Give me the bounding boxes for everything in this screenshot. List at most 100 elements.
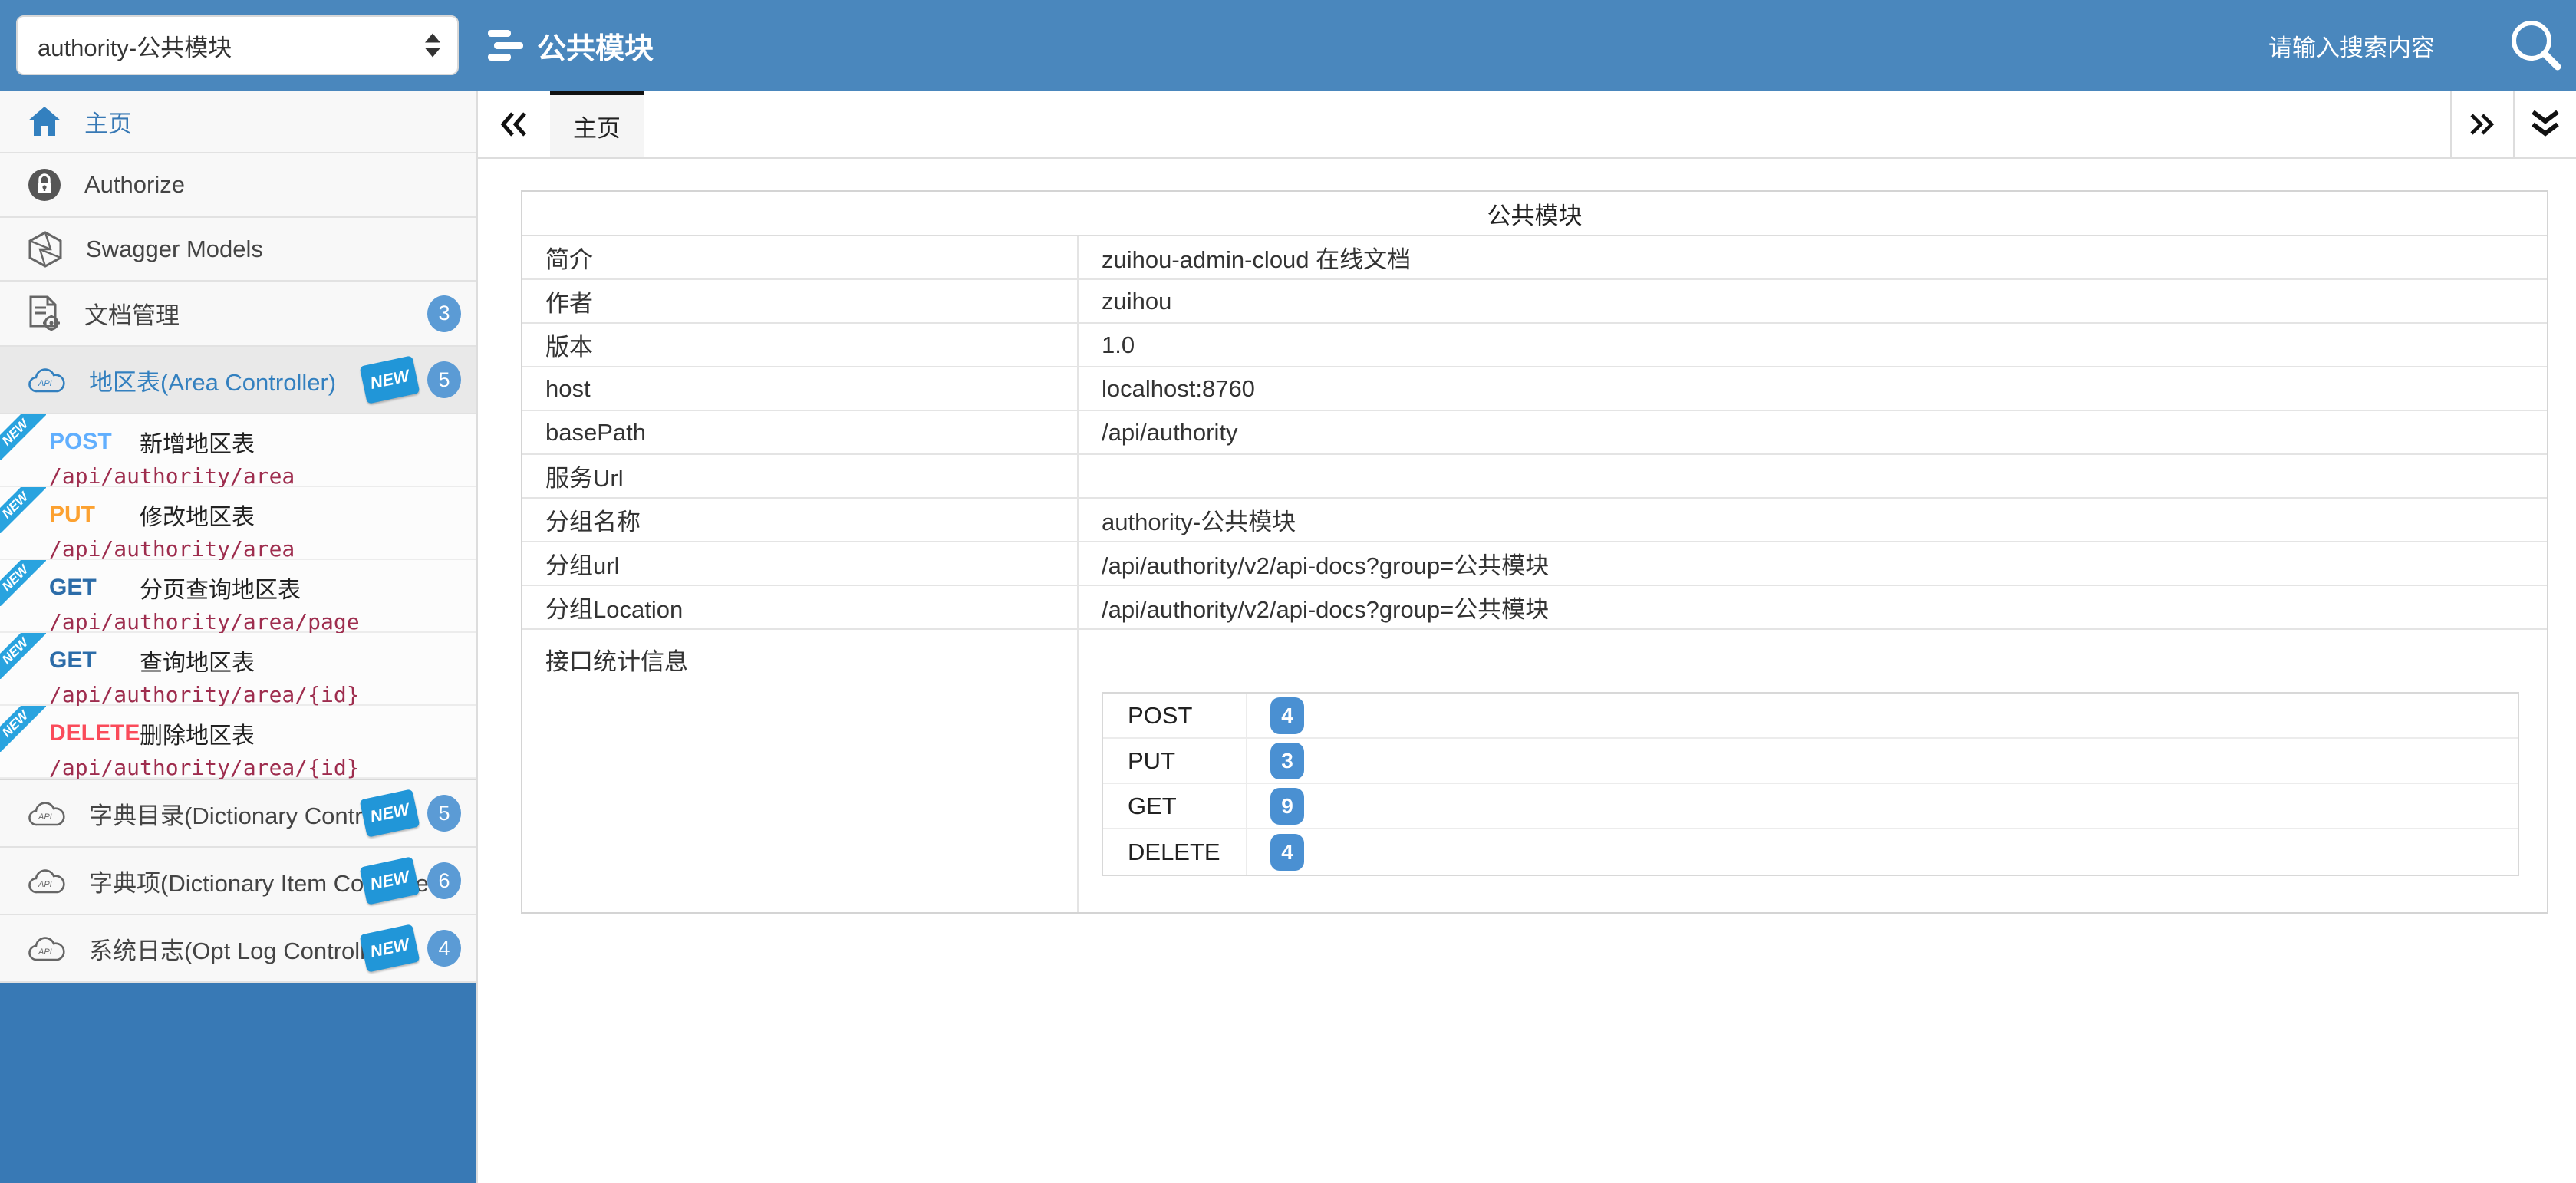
method-list: NEW POST 新增地区表 /api/authority/area NEW P…: [0, 414, 476, 780]
new-badge: NEW: [360, 355, 420, 404]
table-row: host localhost:8760: [522, 367, 2547, 411]
tab-bar: 主页: [478, 91, 2576, 159]
svg-text:API: API: [38, 379, 52, 388]
select-arrows-icon: [425, 34, 440, 58]
new-ribbon-icon: NEW: [0, 633, 46, 679]
count-badge: 3: [427, 295, 461, 332]
new-badge: NEW: [360, 924, 420, 972]
models-icon: [28, 231, 63, 268]
svg-text:API: API: [38, 880, 52, 889]
method-path: /api/authority/area/{id}: [49, 755, 476, 780]
sidebar-item-label: 主页: [84, 104, 132, 139]
svg-text:API: API: [38, 812, 52, 822]
tab-options-button[interactable]: [2513, 91, 2576, 157]
sidebar-item-dictionary-item-controller[interactable]: API 字典项(Dictionary Item Controller) NEW …: [0, 848, 476, 915]
sidebar-item-label: 地区表(Area Controller): [89, 363, 336, 397]
module-info-table: 公共模块 简介 zuihou-admin-cloud 在线文档 作者 zuiho…: [521, 190, 2548, 914]
table-row-stats: 接口统计信息 POST 4 PUT 3 GET 9: [522, 630, 2547, 912]
count-badge: 6: [427, 862, 461, 899]
new-ribbon-icon: NEW: [0, 487, 46, 533]
stats-count-badge: 4: [1270, 834, 1304, 871]
table-row: 分组url /api/authority/v2/api-docs?group=公…: [522, 542, 2547, 586]
method-path: /api/authority/area/{id}: [49, 682, 476, 707]
sidebar-item-label: 文档管理: [84, 296, 180, 331]
table-row: 作者 zuihou: [522, 280, 2547, 324]
table-row: 分组Location /api/authority/v2/api-docs?gr…: [522, 586, 2547, 630]
cloud-api-icon: API: [28, 934, 66, 962]
method-title: 新增地区表: [140, 425, 255, 459]
stats-row: POST 4: [1103, 694, 2518, 739]
tab-home[interactable]: 主页: [550, 91, 644, 157]
count-badge: 4: [427, 930, 461, 967]
new-ribbon-icon: NEW: [0, 706, 46, 752]
method-path: /api/authority/area: [49, 536, 476, 562]
stats-count-badge: 4: [1270, 697, 1304, 734]
stats-row: DELETE 4: [1103, 829, 2518, 875]
table-row: 简介 zuihou-admin-cloud 在线文档: [522, 236, 2547, 280]
new-ribbon-icon: NEW: [0, 560, 46, 606]
method-item[interactable]: NEW PUT 修改地区表 /api/authority/area: [0, 487, 476, 560]
stats-row: PUT 3: [1103, 739, 2518, 784]
app-logo-icon: [488, 30, 523, 61]
document-gear-icon: [28, 295, 61, 332]
method-path: /api/authority/area: [49, 463, 476, 489]
double-chevron-left-icon: [497, 109, 531, 140]
home-icon: [28, 106, 61, 137]
sidebar-item-label: 系统日志(Opt Log Controller): [89, 931, 394, 966]
svg-text:API: API: [38, 947, 52, 957]
method-path: /api/authority/area/page: [49, 609, 476, 634]
search-input[interactable]: 请输入搜索内容: [2268, 28, 2435, 63]
sidebar-filler: [0, 983, 476, 1183]
sidebar-item-label: Swagger Models: [86, 236, 263, 263]
sidebar-item-area-controller[interactable]: API 地区表(Area Controller) NEW 5: [0, 347, 476, 414]
sidebar-item-label: Authorize: [84, 171, 185, 199]
scroll-tabs-right-button[interactable]: [2450, 91, 2513, 157]
method-item[interactable]: NEW GET 查询地区表 /api/authority/area/{id}: [0, 633, 476, 706]
table-row: 分组名称 authority-公共模块: [522, 499, 2547, 542]
collapse-tabs-button[interactable]: [478, 91, 550, 157]
top-header: authority-公共模块 公共模块 请输入搜索内容: [0, 0, 2576, 91]
sidebar-item-authorize[interactable]: Authorize: [0, 153, 476, 218]
method-verb: PUT: [49, 502, 140, 528]
method-verb: GET: [49, 575, 140, 601]
group-select[interactable]: authority-公共模块: [16, 15, 459, 75]
app-title: 公共模块: [537, 25, 654, 67]
table-row: 版本 1.0: [522, 324, 2547, 367]
count-badge: 5: [427, 795, 461, 832]
new-badge: NEW: [360, 789, 420, 837]
method-title: 查询地区表: [140, 644, 255, 677]
table-row: basePath /api/authority: [522, 411, 2547, 455]
lock-icon: [28, 168, 61, 202]
double-chevron-down-icon: [2527, 107, 2564, 141]
sidebar-item-doc-manage[interactable]: 文档管理 3: [0, 282, 476, 347]
stats-row: GET 9: [1103, 784, 2518, 829]
sidebar-item-opt-log-controller[interactable]: API 系统日志(Opt Log Controller) NEW 4: [0, 915, 476, 983]
method-verb: GET: [49, 648, 140, 674]
method-title: 修改地区表: [140, 498, 255, 532]
cloud-api-icon: API: [28, 799, 66, 827]
method-item[interactable]: NEW DELETE 删除地区表 /api/authority/area/{id…: [0, 706, 476, 779]
count-badge: 5: [427, 361, 461, 398]
method-verb: POST: [49, 429, 140, 455]
method-verb: DELETE: [49, 720, 140, 746]
cloud-api-icon: API: [28, 366, 66, 394]
sidebar-item-swagger-models[interactable]: Swagger Models: [0, 218, 476, 282]
double-chevron-right-icon: [2466, 109, 2499, 140]
search-icon[interactable]: [2508, 18, 2564, 73]
table-row: 服务Url: [522, 455, 2547, 499]
method-title: 分页查询地区表: [140, 571, 301, 605]
sidebar-item-dictionary-controller[interactable]: API 字典目录(Dictionary Controller) NEW 5: [0, 780, 476, 848]
stats-count-badge: 9: [1270, 788, 1304, 825]
api-stats-table: POST 4 PUT 3 GET 9 DELETE: [1102, 692, 2519, 876]
cloud-api-icon: API: [28, 867, 66, 895]
method-item[interactable]: NEW GET 分页查询地区表 /api/authority/area/page: [0, 560, 476, 633]
method-item[interactable]: NEW POST 新增地区表 /api/authority/area: [0, 414, 476, 487]
sidebar-item-home[interactable]: 主页: [0, 91, 476, 153]
new-ribbon-icon: NEW: [0, 414, 46, 460]
stats-count-badge: 3: [1270, 743, 1304, 779]
group-select-value: authority-公共模块: [38, 28, 232, 63]
sidebar: 主页 Authorize Swagger Models: [0, 91, 476, 1183]
table-title: 公共模块: [522, 192, 2547, 236]
new-badge: NEW: [360, 856, 420, 905]
main-content: 主页 公共模块 简介 zuihou-admin-cloud 在线文档 作者 zu…: [476, 91, 2576, 1183]
